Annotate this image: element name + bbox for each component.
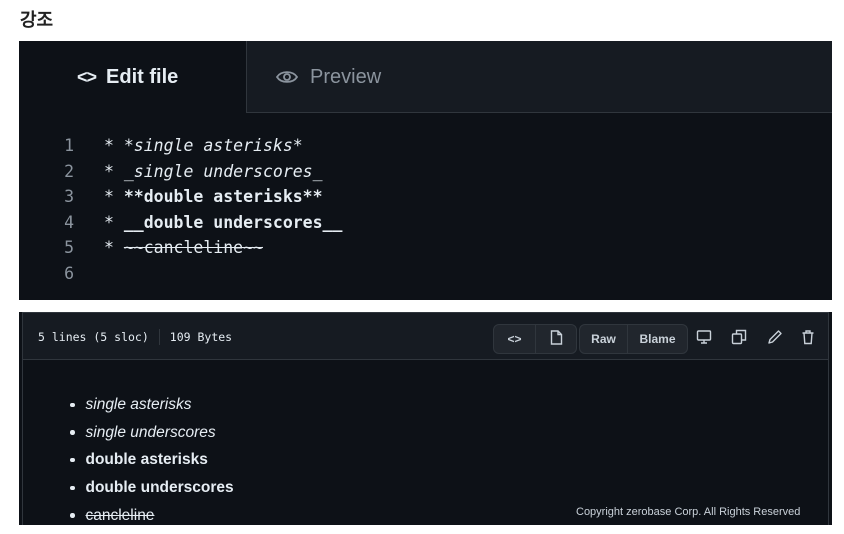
tab-edit-file-label: Edit file — [106, 65, 179, 88]
list-item: double underscores — [70, 474, 234, 502]
code-line: 6 — [19, 261, 342, 287]
tab-preview-label: Preview — [310, 65, 382, 88]
editor-tabs: <> Edit file Preview — [19, 41, 832, 113]
code-text: __double underscores__ — [123, 212, 343, 232]
line-number: 3 — [64, 187, 74, 206]
blame-button[interactable]: Blame — [627, 325, 687, 353]
preview-view-button[interactable] — [535, 325, 576, 353]
code-text: ~~cancleline~~ — [123, 238, 263, 257]
code-view-button[interactable]: <> — [494, 325, 535, 353]
list-item-text: cancleline — [85, 506, 155, 524]
list-item: single asterisks — [70, 391, 234, 419]
copy-icon — [731, 329, 747, 350]
code-line: 1 * *single asterisks* — [19, 133, 342, 159]
line-number: 2 — [64, 161, 74, 181]
trash-icon — [800, 329, 816, 350]
file-header: 5 lines (5 sloc) 109 Bytes <> Raw Blame — [22, 312, 829, 360]
line-number: 1 — [64, 136, 74, 155]
list-marker: * — [104, 212, 124, 232]
pencil-icon — [767, 329, 783, 350]
line-number: 5 — [64, 238, 74, 257]
copy-button[interactable] — [724, 324, 754, 354]
delete-button[interactable] — [793, 324, 823, 354]
list-item-text: single underscores — [85, 423, 216, 441]
line-number: 4 — [64, 212, 74, 232]
code-icon: <> — [507, 332, 522, 346]
list-marker: * — [104, 136, 124, 155]
list-item: double asterisks — [70, 446, 234, 474]
list-item: cancleline — [70, 502, 234, 525]
copyright-text: Copyright zerobase Corp. All Rights Rese… — [576, 506, 801, 518]
code-icon: <> — [77, 66, 97, 87]
edit-button[interactable] — [760, 324, 790, 354]
line-number: 6 — [64, 263, 74, 283]
code-line: 5 * ~~cancleline~~ — [19, 235, 342, 261]
eye-icon — [276, 69, 298, 85]
file-icon — [550, 330, 563, 348]
list-item-text: double underscores — [85, 479, 234, 497]
bullet-list: single asterisks single underscores doub… — [70, 391, 234, 525]
list-marker: * — [104, 187, 124, 206]
view-toggle-group: <> — [493, 324, 577, 354]
tab-edit-file[interactable]: <> Edit file — [19, 41, 247, 113]
divider — [158, 329, 160, 345]
raw-button[interactable]: Raw — [580, 325, 627, 353]
desktop-icon — [696, 329, 712, 350]
section-heading: 강조 — [20, 10, 54, 31]
desktop-button[interactable] — [689, 324, 719, 354]
list-marker: * — [104, 238, 124, 257]
code-text: **double asterisks** — [123, 187, 323, 206]
code-text: *single asterisks* — [123, 136, 303, 155]
line-count: 5 lines (5 sloc) — [38, 330, 149, 344]
code-text: _single underscores_ — [123, 161, 323, 181]
tab-preview[interactable]: Preview — [276, 41, 381, 113]
file-size: 109 Bytes — [169, 330, 233, 344]
code-line: 4 * __double underscores__ — [19, 210, 342, 236]
code-line: 2 * _single underscores_ — [19, 159, 342, 185]
file-info: 5 lines (5 sloc) 109 Bytes — [38, 313, 232, 361]
raw-blame-group: Raw Blame — [579, 324, 688, 354]
list-marker: * — [104, 161, 124, 181]
list-item-text: single asterisks — [85, 396, 192, 413]
list-item-text: double asterisks — [85, 451, 208, 469]
rendered-markdown: single asterisks single underscores doub… — [22, 360, 829, 525]
file-viewer: 5 lines (5 sloc) 109 Bytes <> Raw Blame — [19, 312, 832, 525]
code-line: 3 * **double asterisks** — [19, 184, 342, 210]
markdown-editor: <> Edit file Preview 1 * *single asteris… — [19, 41, 832, 300]
list-item: single underscores — [70, 419, 234, 447]
code-area[interactable]: 1 * *single asterisks* 2 * _single under… — [19, 133, 342, 286]
